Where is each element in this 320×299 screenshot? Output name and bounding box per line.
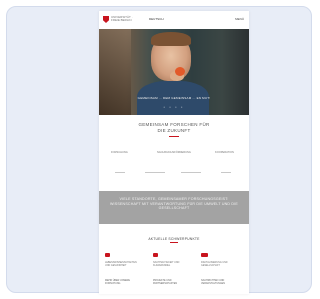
hero-caption: GEMEINSAM ... DEM GEMEINSAM ... EN MUT!: [137, 96, 211, 100]
divider-line: [145, 172, 165, 173]
hero-background: [99, 29, 131, 115]
globe-icon: [153, 253, 158, 257]
feature-text[interactable]: DIGITALISIERUNG UND GESELLSCHAFT: [201, 261, 235, 267]
language-link[interactable]: DEUTSCH: [149, 17, 164, 21]
section-title: AKTUELLE SCHWERPUNKTE: [148, 237, 200, 241]
logo-text: UNIVERSITÄT · FREIE BERLIN: [111, 15, 133, 23]
divider-line: [221, 172, 231, 173]
title-divider: [169, 136, 179, 137]
site-header: UNIVERSITÄT · FREIE BERLIN DEUTSCH MENÜ: [99, 11, 249, 29]
hero-child-hair: [151, 32, 191, 46]
feature-text[interactable]: NACHHALTIGKEIT UND KLIMAWANDEL: [153, 261, 187, 267]
topic-link[interactable]: FORSCHUNG: [111, 151, 128, 154]
footer-link[interactable]: MEHR ÜBER UNSERE FORSCHUNG: [105, 279, 139, 285]
topic-link[interactable]: NACHWUCHSFÖRDERUNG: [157, 151, 191, 154]
hero-apple: [175, 67, 185, 76]
topic-link[interactable]: KOOPERATION: [215, 151, 234, 154]
footer-link[interactable]: NACHRICHTEN UND VERANSTALTUNGEN: [201, 279, 235, 285]
divider-line: [115, 172, 125, 173]
hero-image: GEMEINSAM ... DEM GEMEINSAM ... EN MUT! …: [99, 29, 249, 115]
webpage: UNIVERSITÄT · FREIE BERLIN DEUTSCH MENÜ …: [99, 11, 249, 294]
shield-logo-icon[interactable]: [103, 16, 109, 23]
intro-title: GEMEINSAM FORSCHEN FÜR DIE ZUKUNFT: [119, 122, 229, 133]
section-divider: [170, 242, 178, 243]
mission-text: VIELE STANDORTE, GEMEINSAMER FORSCHUNGSG…: [109, 197, 239, 211]
flask-icon: [105, 253, 110, 257]
slider-dots[interactable]: • • • •: [99, 105, 249, 109]
network-icon: [201, 253, 208, 257]
feature-text[interactable]: LEBENSWISSENSCHAFTEN UND GESUNDHEIT: [105, 261, 139, 267]
intro-title-line2: DIE ZUKUNFT: [157, 127, 191, 133]
footer-link[interactable]: PROJEKTE UND PARTNERSCHAFTEN: [153, 279, 187, 285]
screenshot-frame: UNIVERSITÄT · FREIE BERLIN DEUTSCH MENÜ …: [6, 6, 312, 294]
divider-line: [181, 172, 201, 173]
menu-button[interactable]: MENÜ: [235, 17, 244, 21]
